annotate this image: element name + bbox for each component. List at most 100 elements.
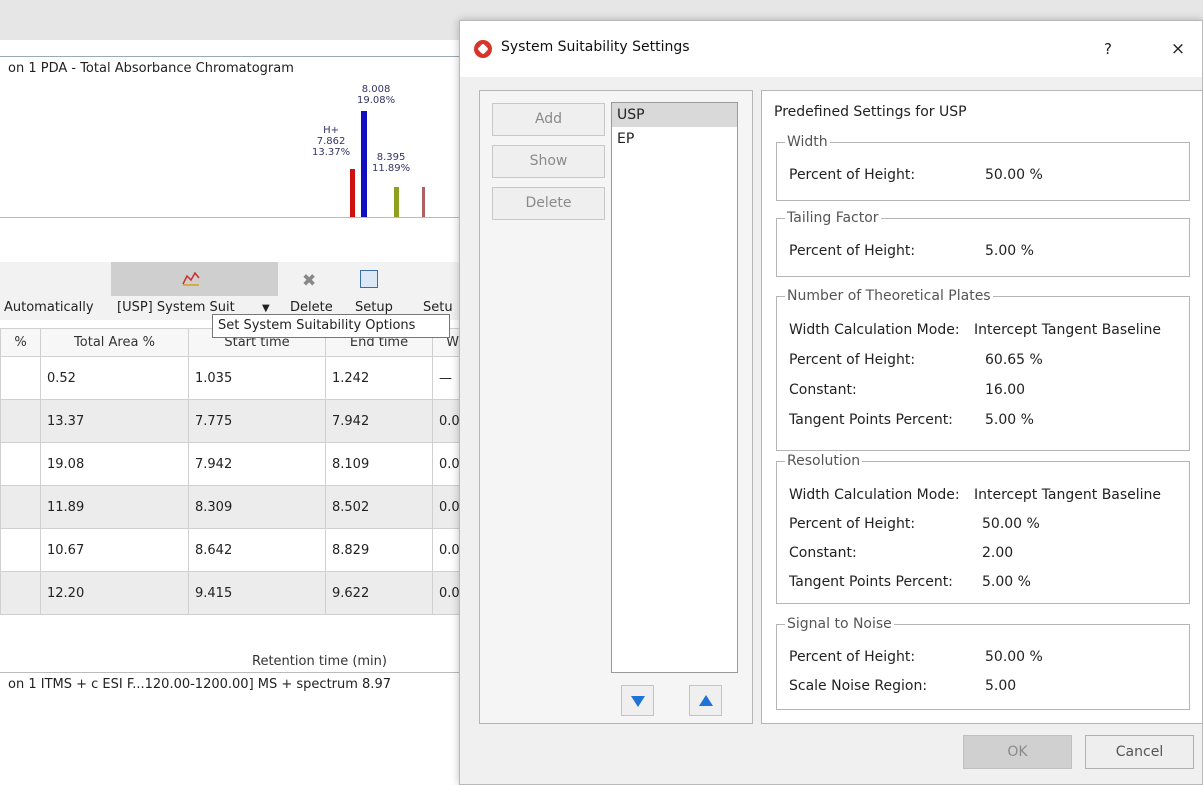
noise-scale-label: Scale Noise Region: [789, 678, 928, 694]
plates-tangent-value: 5.00 % [985, 412, 1034, 428]
settings-list-panel: Add Show Delete USP EP [479, 90, 753, 724]
dropdown-arrow-icon[interactable]: ▼ [262, 303, 270, 314]
arrow-down-icon [631, 696, 645, 707]
settings-list[interactable]: USP EP [611, 102, 738, 673]
setup-grid-icon [360, 270, 378, 288]
peak-label-2: H+ 7.862 13.37% [312, 125, 350, 158]
dialog-title: System Suitability Settings [501, 39, 690, 55]
tailing-group-label: Tailing Factor [785, 209, 881, 227]
delete-x-icon: ✖ [302, 271, 317, 291]
peak-red [350, 169, 355, 217]
close-icon[interactable]: × [1166, 37, 1190, 61]
cell-end-time: 8.502 [325, 485, 433, 529]
ok-button[interactable]: OK [963, 735, 1072, 769]
peak-1-time: 8.008 [361, 84, 391, 95]
peak-blue [361, 111, 367, 217]
cell-start-time: 8.642 [188, 528, 326, 572]
peak-1-pct: 19.08% [357, 95, 396, 106]
add-button[interactable]: Add [492, 103, 605, 136]
width-percent-label: Percent of Height: [789, 167, 916, 183]
cell-total-area: 13.37 [40, 399, 189, 443]
width-group-label: Width [785, 133, 830, 151]
cell-total-area: 0.52 [40, 356, 189, 400]
peak-brown [422, 187, 425, 217]
resolution-percent-label: Percent of Height: [789, 516, 916, 532]
plates-percent-value: 60.65 % [985, 352, 1043, 368]
auto-label[interactable]: Automatically [4, 300, 94, 315]
cell-end-time: 8.829 [325, 528, 433, 572]
ms-spectrum-header: on 1 ITMS + c ESI F...120.00-1200.00] MS… [0, 672, 470, 698]
theoretical-plates-group: Number of Theoretical Plates Width Calcu… [776, 287, 1190, 451]
peak-table: % Total Area % Start time End time W 0.5… [0, 328, 473, 615]
col-header-1[interactable]: % [0, 328, 41, 357]
plates-mode-value: Intercept Tangent Baseline [974, 322, 1162, 338]
resolution-tangent-value: 5.00 % [982, 574, 1031, 590]
noise-percent-value: 50.00 % [985, 649, 1043, 665]
cell-end-time: 1.242 [325, 356, 433, 400]
plates-constant-label: Constant: [789, 382, 857, 398]
table-row[interactable]: 10.67 8.642 8.829 0.0 [0, 528, 473, 572]
noise-group-label: Signal to Noise [785, 615, 894, 633]
col-header-total-area[interactable]: Total Area % [40, 328, 189, 357]
peak-label-1: 8.008 19.08% [357, 84, 395, 106]
peak-2-time: 7.862 [316, 136, 346, 147]
peak-3-time: 8.395 [376, 152, 406, 163]
help-button[interactable]: ? [1096, 37, 1120, 61]
peak-2-pct: 13.37% [312, 147, 351, 158]
noise-scale-value: 5.00 [985, 678, 1017, 694]
setup-button-2[interactable]: Setu [423, 300, 453, 315]
dialog-titlebar[interactable]: System Suitability Settings ? × [460, 21, 1202, 77]
cell-end-time: 7.942 [325, 399, 433, 443]
table-row[interactable]: 19.08 7.942 8.109 0.0 [0, 442, 473, 486]
plates-constant-value: 16.00 [985, 382, 1026, 398]
plates-tangent-label: Tangent Points Percent: [789, 412, 953, 428]
width-percent-value: 50.00 % [985, 167, 1043, 183]
cell-start-time: 1.035 [188, 356, 326, 400]
tailing-percent-value: 5.00 % [985, 243, 1034, 259]
delete-button[interactable]: Delete [290, 300, 333, 315]
table-row[interactable]: 12.20 9.415 9.622 0.0 [0, 571, 473, 615]
resolution-mode-label: Width Calculation Mode: [789, 487, 960, 503]
system-suitability-dialog: System Suitability Settings ? × Add Show… [459, 20, 1203, 785]
peak-olive [394, 187, 399, 217]
resolution-constant-label: Constant: [789, 545, 857, 561]
resolution-constant-value: 2.00 [982, 545, 1014, 561]
panel-title: Predefined Settings for USP [774, 104, 967, 120]
resolution-group-label: Resolution [785, 452, 863, 470]
list-item-usp[interactable]: USP [612, 103, 737, 127]
peak-2-ion: H+ [323, 125, 340, 136]
width-group: Width Percent of Height: 50.00 % [776, 133, 1190, 201]
move-down-button[interactable] [621, 685, 654, 716]
delete-button[interactable]: Delete [492, 187, 605, 220]
cancel-button[interactable]: Cancel [1085, 735, 1194, 769]
noise-percent-label: Percent of Height: [789, 649, 916, 665]
cell-total-area: 11.89 [40, 485, 189, 529]
move-up-button[interactable] [689, 685, 722, 716]
peak-label-3: 8.395 11.89% [372, 152, 410, 174]
cell-total-area: 10.67 [40, 528, 189, 572]
cell-total-area: 19.08 [40, 442, 189, 486]
show-button[interactable]: Show [492, 145, 605, 178]
resolution-mode-value: Intercept Tangent Baseline [974, 487, 1162, 503]
cell-start-time: 9.415 [188, 571, 326, 615]
plates-mode-label: Width Calculation Mode: [789, 322, 960, 338]
cell-start-time: 7.775 [188, 399, 326, 443]
table-row[interactable]: 13.37 7.775 7.942 0.0 [0, 399, 473, 443]
cell-start-time: 7.942 [188, 442, 326, 486]
resolution-group: Resolution Width Calculation Mode: Inter… [776, 452, 1190, 604]
tooltip: Set System Suitability Options [212, 314, 450, 338]
setup-button[interactable]: Setup [355, 300, 393, 315]
table-row[interactable]: 11.89 8.309 8.502 0.0 [0, 485, 473, 529]
retention-time-label: Retention time (min) [252, 654, 387, 669]
chromatogram-plot: 8.008 19.08% H+ 7.862 13.37% 8.395 11.89… [0, 82, 470, 218]
cell-total-area: 12.20 [40, 571, 189, 615]
table-row[interactable]: 0.52 1.035 1.242 — [0, 356, 473, 400]
chromatogram-title: on 1 PDA - Total Absorbance Chromatogram [0, 56, 470, 82]
list-item-ep[interactable]: EP [612, 127, 737, 151]
cell-end-time: 9.622 [325, 571, 433, 615]
system-suit-button[interactable]: [USP] System Suit [117, 300, 235, 315]
plates-group-label: Number of Theoretical Plates [785, 287, 993, 305]
cell-end-time: 8.109 [325, 442, 433, 486]
tailing-factor-group: Tailing Factor Percent of Height: 5.00 % [776, 209, 1190, 277]
peak-3-pct: 11.89% [372, 163, 411, 174]
